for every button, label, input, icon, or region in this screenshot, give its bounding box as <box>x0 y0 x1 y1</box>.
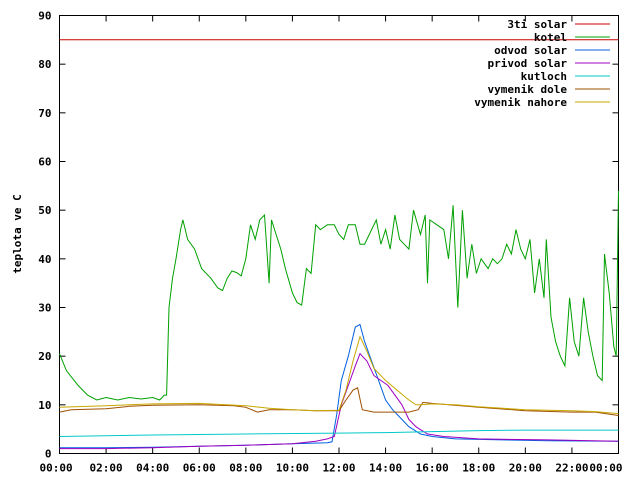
x-tick-label: 06:00 <box>183 462 216 475</box>
x-tick-label: 08:00 <box>229 462 262 475</box>
y-tick-label: 80 <box>38 58 51 71</box>
y-tick-label: 20 <box>38 350 51 363</box>
legend-label-0: 3ti solar <box>507 18 567 31</box>
series-line-1 <box>59 190 619 401</box>
y-tick-label: 70 <box>38 107 51 120</box>
x-tick-label: 02:00 <box>90 462 123 475</box>
series-line-5 <box>59 387 619 416</box>
line-chart: 0 10 20 30 40 50 60 70 80 90 00:00 02:00 04:00 06:00 0… <box>11 10 623 475</box>
y-tick-label: 40 <box>38 253 51 266</box>
x-tick-label: 00:00 <box>40 462 73 475</box>
x-tick-label: 16:00 <box>416 462 449 475</box>
x-tick-label: 04:00 <box>136 462 169 475</box>
legend: 3ti solarkotelodvod solarprivod solarkut… <box>474 18 610 109</box>
y-axis-title: teplota ve C <box>11 194 24 273</box>
x-tick-label: 10:00 <box>276 462 309 475</box>
x-tick-label: 14:00 <box>369 462 402 475</box>
legend-label-3: privod solar <box>488 57 568 70</box>
legend-label-1: kotel <box>534 31 567 44</box>
series-line-4 <box>59 429 619 437</box>
series-line-6 <box>59 335 619 415</box>
y-tick-label: 50 <box>38 204 51 217</box>
x-tick-label: 20:00 <box>509 462 542 475</box>
x-tick-label: 00:00 <box>589 462 622 475</box>
y-tick-label: 30 <box>38 302 51 315</box>
y-tick-label: 60 <box>38 156 51 169</box>
legend-label-6: vymenik nahore <box>474 96 567 109</box>
y-tick-label: 90 <box>38 10 51 23</box>
series-line-2 <box>59 323 619 449</box>
legend-label-5: vymenik dole <box>488 83 568 96</box>
y-tick-label: 0 <box>45 448 52 461</box>
x-tick-label: 18:00 <box>462 462 495 475</box>
x-tick-label: 22:00 <box>555 462 588 475</box>
x-tick-label: 12:00 <box>322 462 355 475</box>
y-tick-label: 10 <box>38 399 51 412</box>
legend-label-2: odvod solar <box>494 44 567 57</box>
legend-label-4: kutloch <box>521 70 567 83</box>
